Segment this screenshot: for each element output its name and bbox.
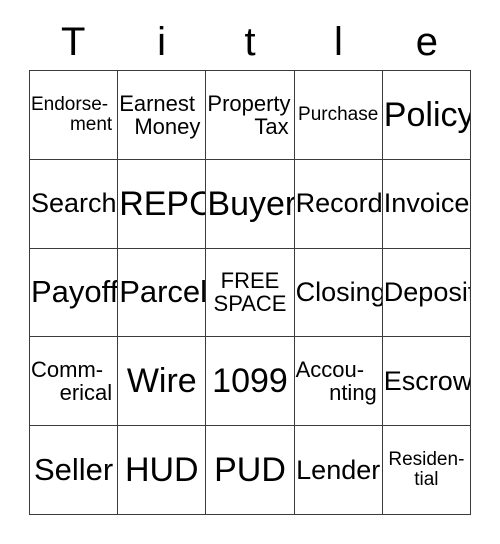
bingo-cell[interactable]: Parcel <box>118 248 207 338</box>
title-letter-5: e <box>415 20 438 64</box>
bingo-cell[interactable]: PUD <box>206 426 295 515</box>
bingo-cell-label: Accou-nting <box>296 358 381 405</box>
title-letter-2: i <box>157 20 167 64</box>
bingo-cell-label: REPC <box>119 184 207 223</box>
bingo-cell[interactable]: Endorse-ment <box>30 71 119 160</box>
bingo-cell[interactable]: Earnest Money <box>118 71 207 160</box>
bingo-cell-label-line1: Property <box>207 90 291 116</box>
bingo-cell-label-line1: Accou- <box>295 356 365 382</box>
bingo-cell-label-line2: erical <box>59 380 113 406</box>
bingo-cell-label: Record <box>295 188 383 219</box>
bingo-cell[interactable]: 1099 <box>206 337 295 427</box>
bingo-card-title: T i t l e <box>29 14 471 70</box>
bingo-cell-label-line1: Residen- <box>388 448 465 470</box>
bingo-cell-label-line2: nting <box>329 380 377 406</box>
bingo-cell-label: Purchase <box>298 103 379 125</box>
bingo-cell-label: 1099 <box>212 362 288 401</box>
bingo-cell[interactable]: Search <box>30 159 119 249</box>
bingo-cell[interactable]: Property Tax <box>206 71 295 160</box>
bingo-cell-label-line2: Money <box>134 113 201 139</box>
bingo-cell[interactable]: Residen-tial <box>382 426 471 515</box>
bingo-cell[interactable]: Invoice <box>382 159 471 249</box>
bingo-cell-label: Wire <box>126 362 197 401</box>
title-letter-1: T <box>60 20 86 64</box>
bingo-card: T i t l e Endorse-ment Earnest Money Proper… <box>0 0 500 544</box>
bingo-cell[interactable]: Buyer <box>206 159 295 249</box>
bingo-cell-label: Closing <box>295 277 383 308</box>
bingo-cell-label-line1: Earnest <box>119 90 196 116</box>
bingo-cell-label-line2: SPACE <box>213 291 287 317</box>
bingo-cell-label: HUD <box>124 451 199 490</box>
bingo-cell-label: Search <box>31 188 117 219</box>
bingo-cell[interactable]: Record <box>294 159 383 249</box>
bingo-cell[interactable]: Lender <box>294 426 383 515</box>
bingo-cell-label: Earnest Money <box>119 90 204 139</box>
bingo-cell[interactable]: Accou-nting <box>294 337 383 427</box>
bingo-cell[interactable]: Comm-erical <box>30 337 119 427</box>
title-letter-3: t <box>244 20 256 64</box>
bingo-cell-label-line2: tial <box>414 469 439 491</box>
bingo-cell-label: FREE SPACE <box>207 269 292 316</box>
bingo-cell-label: Lender <box>296 454 381 485</box>
bingo-grid: Endorse-ment Earnest Money Property Tax Purch… <box>29 70 471 515</box>
bingo-cell-label: Buyer <box>207 184 295 223</box>
bingo-cell-label: Comm-erical <box>31 358 116 405</box>
bingo-cell[interactable]: Escrow <box>382 337 471 427</box>
bingo-cell[interactable]: Wire <box>118 337 207 427</box>
bingo-cell-label-line1: Endorse- <box>31 93 109 115</box>
bingo-cell-label: Residen-tial <box>384 448 469 491</box>
bingo-cell-label-line1: Comm- <box>31 356 104 382</box>
bingo-cell-label: Policy <box>383 95 471 134</box>
bingo-cell-label: Parcel <box>119 274 207 310</box>
bingo-cell-label-line2: Tax <box>254 113 289 139</box>
bingo-cell[interactable]: Purchase <box>294 71 383 160</box>
bingo-cell-label: Seller <box>33 451 114 487</box>
bingo-cell[interactable]: Policy <box>382 71 471 160</box>
bingo-cell-free-space[interactable]: FREE SPACE <box>206 248 295 338</box>
bingo-cell-label: Payoff <box>31 274 119 310</box>
bingo-cell[interactable]: HUD <box>118 426 207 515</box>
bingo-cell[interactable]: Payoff <box>30 248 119 338</box>
bingo-cell[interactable]: Seller <box>30 426 119 515</box>
bingo-cell-label-line1: FREE <box>220 268 280 294</box>
bingo-cell-label-line2: ment <box>69 113 113 135</box>
bingo-cell-label: Endorse-ment <box>31 93 116 135</box>
bingo-cell[interactable]: Closing <box>294 248 383 338</box>
bingo-cell[interactable]: Deposit <box>382 248 471 338</box>
bingo-cell-label: Deposit <box>383 277 471 308</box>
bingo-cell-label: Property Tax <box>207 90 292 139</box>
bingo-cell[interactable]: REPC <box>118 159 207 249</box>
title-letter-4: l <box>333 20 343 64</box>
bingo-cell-label: Escrow <box>383 365 471 396</box>
bingo-cell-label: PUD <box>214 451 286 490</box>
bingo-cell-label: Invoice <box>383 188 470 219</box>
